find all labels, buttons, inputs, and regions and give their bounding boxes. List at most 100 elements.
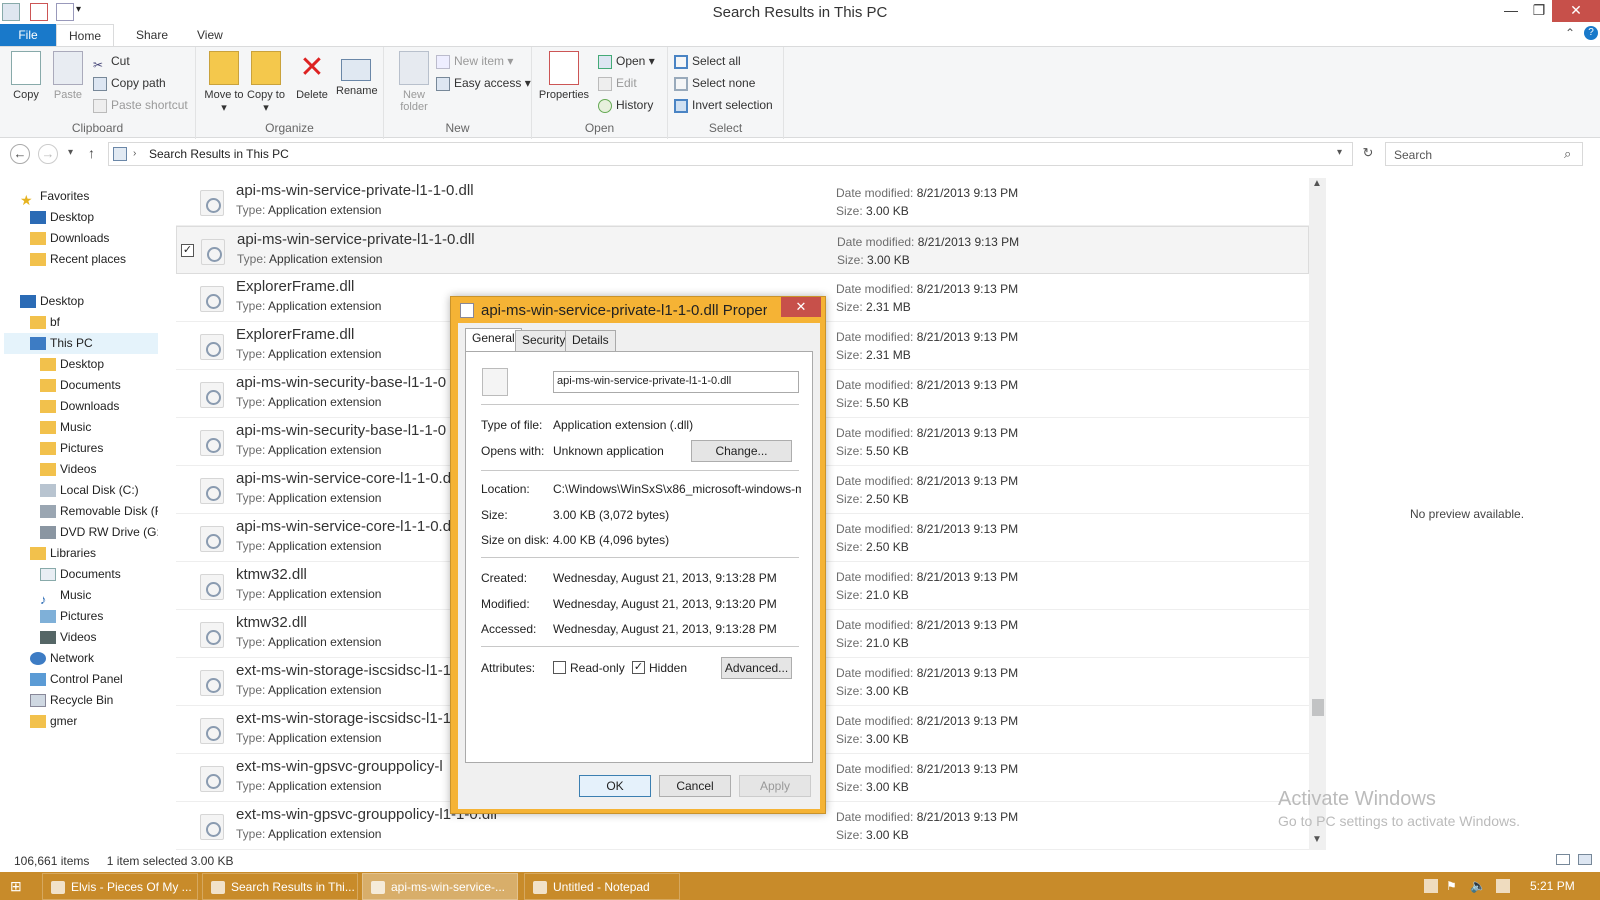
nav-bf[interactable]: bf [30,312,60,333]
nav-this-pc[interactable]: This PC [4,333,158,354]
invert-selection-button[interactable]: Invert selection [674,95,773,115]
dialog-tab-general[interactable]: General [465,328,522,351]
nav-desktop-root[interactable]: Desktop [20,291,84,312]
select-none-button[interactable]: Select none [674,73,755,93]
scrollbar-thumb[interactable] [1312,699,1324,716]
nav-libraries[interactable]: Libraries [30,543,96,564]
filename-input[interactable]: api-ms-win-service-private-l1-1-0.dll [553,371,799,393]
nav-control-panel[interactable]: Control Panel [30,669,123,690]
nav-desktop[interactable]: Desktop [30,207,94,228]
dialog-close-button[interactable]: ✕ [781,297,821,317]
taskbar-item-properties[interactable]: api-ms-win-service-... [362,873,518,900]
search-input[interactable]: Search [1394,148,1432,162]
help-icon[interactable]: ? [1584,26,1598,40]
nav-lib-pictures[interactable]: Pictures [40,606,103,627]
new-folder-button[interactable]: New folder [394,51,434,113]
nav-network[interactable]: Network [30,648,94,669]
copy-to-button[interactable]: Copy to ▾ [246,51,286,114]
apply-button[interactable]: Apply [739,775,811,797]
row-checkbox[interactable]: ✓ [181,244,194,257]
file-row[interactable]: ✓ api-ms-win-service-private-l1-1-0.dll Ty… [176,226,1309,274]
large-icons-view-icon[interactable] [1578,854,1592,865]
nav-pc-pictures[interactable]: Pictures [40,438,103,459]
up-arrow-icon[interactable]: ↑ [88,145,95,161]
nav-removable-disk[interactable]: Removable Disk (F [40,501,158,522]
cut-button[interactable]: ✂ Cut [93,51,130,72]
tab-home[interactable]: Home [56,24,114,46]
dialog-tab-details[interactable]: Details [565,330,616,351]
new-item-button[interactable]: New item ▾ [436,51,513,71]
hidden-label[interactable]: Hidden [649,661,687,675]
history-button[interactable]: History [598,95,653,115]
taskbar-item-browser[interactable]: Elvis - Pieces Of My ... [42,873,198,900]
scroll-up-icon[interactable]: ▲ [1312,178,1322,189]
search-box[interactable]: Search ⌕ [1385,142,1583,166]
tray-volume-icon[interactable]: 🔈 [1470,878,1486,893]
easy-access-button[interactable]: Easy access ▾ [436,73,531,93]
paste-shortcut-button[interactable]: Paste shortcut [93,95,188,115]
date-label: Date modified: [836,186,914,200]
tab-share[interactable]: Share [124,24,180,46]
modified-label: Modified: [481,597,530,611]
copy-button[interactable]: Copy [6,51,46,101]
maximize-button[interactable]: ❐ [1524,0,1554,22]
address-bar[interactable]: › Search Results in This PC ▾ [108,142,1353,166]
nav-dvd-drive[interactable]: DVD RW Drive (G:) [40,522,158,543]
nav-pc-music[interactable]: Music [40,417,91,438]
advanced-button[interactable]: Advanced... [721,657,792,679]
taskbar-item-notepad[interactable]: Untitled - Notepad [524,873,680,900]
tray-network-icon[interactable] [1496,879,1510,893]
change-button[interactable]: Change... [691,440,792,462]
hidden-checkbox[interactable]: ✓ [632,661,645,674]
nav-pc-downloads[interactable]: Downloads [40,396,119,417]
nav-lib-videos[interactable]: Videos [40,627,96,648]
file-size: Size: 3.00 KB [836,828,909,842]
dialog-tab-security[interactable]: Security [515,330,573,351]
delete-button[interactable]: ✕ Delete [292,51,332,101]
back-arrow-icon[interactable]: ← [10,144,30,164]
minimize-button[interactable]: — [1496,0,1526,22]
tray-action-center-icon[interactable]: ⚑ [1446,879,1460,893]
edit-button[interactable]: Edit [598,73,637,93]
minimize-ribbon-icon[interactable]: ⌃ [1565,26,1575,40]
nav-recent-places[interactable]: Recent places [30,249,126,270]
location-value[interactable]: C:\Windows\WinSxS\x86_microsoft-windows-… [553,482,801,496]
rename-button[interactable]: Rename [336,51,378,97]
move-to-button[interactable]: Move to ▾ [204,51,244,114]
readonly-checkbox[interactable] [553,661,566,674]
refresh-icon[interactable]: ↻ [1357,145,1379,165]
copy-path-button[interactable]: Copy path [93,73,166,93]
address-dropdown-icon[interactable]: ▾ [1337,147,1342,158]
properties-button[interactable]: Properties [538,51,590,101]
nav-gmer[interactable]: gmer [30,711,77,732]
file-row[interactable]: api-ms-win-service-private-l1-1-0.dll Typ… [176,178,1309,226]
nav-pc-documents[interactable]: Documents [40,375,121,396]
start-windows-icon[interactable]: ⊞ [10,878,26,894]
details-view-icon[interactable] [1556,854,1570,865]
taskbar-clock[interactable]: 5:21 PM [1530,872,1575,900]
taskbar-item-explorer[interactable]: Search Results in Thi... [202,873,358,900]
tray-device-icon[interactable] [1424,879,1438,893]
nav-pc-videos[interactable]: Videos [40,459,96,480]
open-button[interactable]: Open ▾ [598,51,655,71]
nav-lib-documents[interactable]: Documents [40,564,121,585]
nav-lib-music[interactable]: ♪ Music [40,585,91,606]
scroll-down-icon[interactable]: ▼ [1312,834,1322,845]
select-all-button[interactable]: Select all [674,51,741,71]
recent-locations-icon[interactable]: ▾ [68,147,73,158]
nav-local-disk[interactable]: Local Disk (C:) [40,480,139,501]
nav-recycle-bin[interactable]: Recycle Bin [30,690,113,711]
close-button[interactable]: ✕ [1552,0,1600,22]
nav-downloads[interactable]: Downloads [30,228,109,249]
ok-button[interactable]: OK [579,775,651,797]
paste-button[interactable]: Paste [48,51,88,101]
search-icon[interactable]: ⌕ [1564,146,1571,162]
nav-pc-desktop[interactable]: Desktop [40,354,104,375]
tab-file[interactable]: File [0,24,56,46]
cancel-button[interactable]: Cancel [659,775,731,797]
readonly-label[interactable]: Read-only [570,661,625,675]
nav-favorites[interactable]: ★ Favorites [20,186,89,207]
forward-arrow-icon[interactable]: → [38,144,58,164]
vertical-scrollbar[interactable]: ▲ ▼ [1309,178,1326,850]
tab-view[interactable]: View [185,24,235,46]
